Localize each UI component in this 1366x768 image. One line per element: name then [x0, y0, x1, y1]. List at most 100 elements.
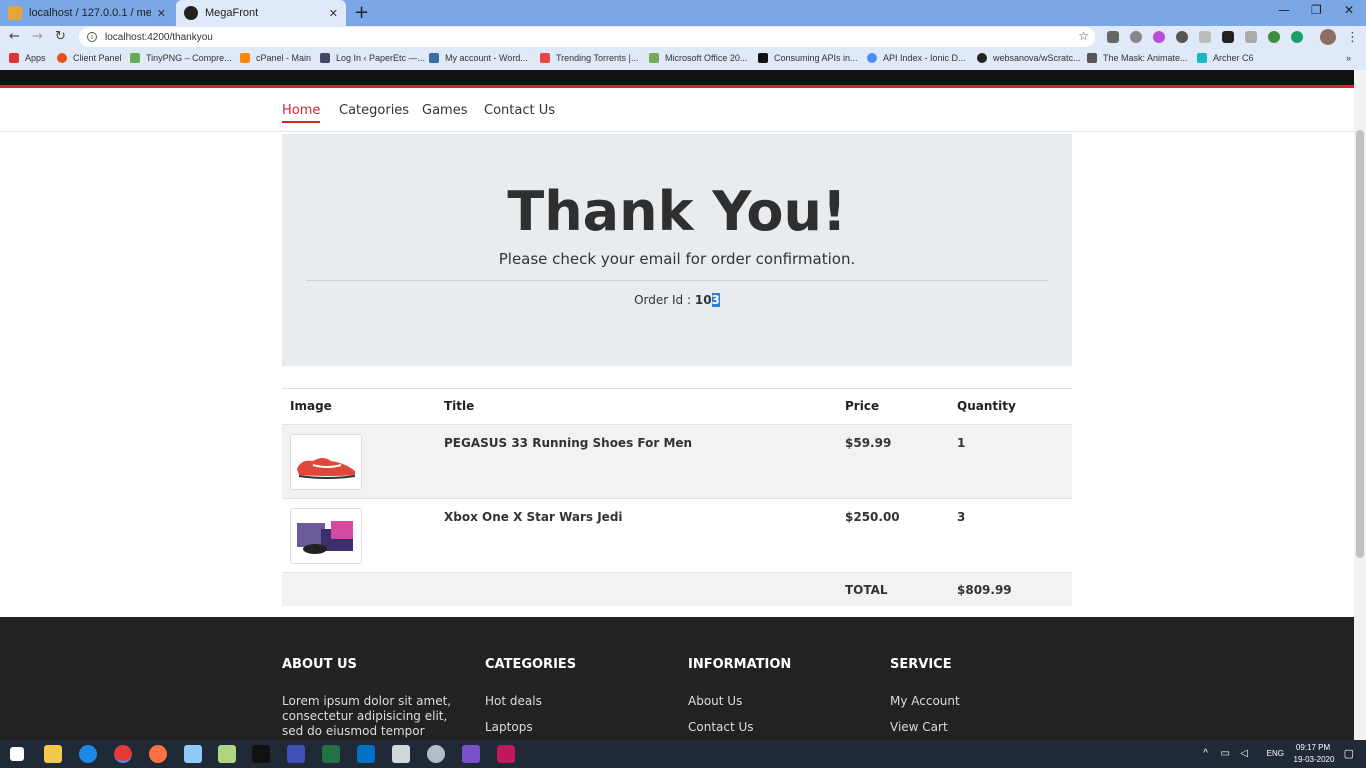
notifications-icon[interactable]: ▢: [1344, 747, 1354, 760]
bookmark-item[interactable]: My account - Word...: [429, 53, 528, 63]
profile-avatar[interactable]: [1320, 29, 1336, 45]
bookmark-item[interactable]: websanova/wScratc...: [977, 53, 1081, 63]
bookmark-item[interactable]: Log In ‹ PaperEtc —...: [320, 53, 425, 63]
close-icon[interactable]: ✕: [329, 7, 338, 20]
visual-studio-icon[interactable]: [462, 745, 480, 763]
app-icon[interactable]: [427, 745, 445, 763]
extension-icon[interactable]: [1245, 31, 1257, 43]
tab-megafront[interactable]: MegaFront ✕: [176, 0, 346, 26]
browser-title-bar: localhost / 127.0.0.1 / mega_sho ✕ MegaF…: [0, 0, 1366, 26]
table-row: Xbox One X Star Wars Jedi $250.00 3: [282, 498, 1072, 572]
notepad-icon[interactable]: [218, 745, 236, 763]
order-items-table: Image Title Price Quantity PEGASUS 33 Ru…: [282, 388, 1072, 606]
page-title: Thank You!: [507, 180, 847, 243]
file-explorer-icon[interactable]: [44, 745, 62, 763]
product-title: Xbox One X Star Wars Jedi: [444, 510, 623, 524]
footer: ABOUT US Lorem ipsum dolor sit amet, con…: [0, 617, 1354, 740]
nav-games[interactable]: Games: [422, 103, 467, 118]
bookmark-item[interactable]: Consuming APIs in...: [758, 53, 858, 63]
footer-about-text: Lorem ipsum dolor sit amet, consectetur …: [282, 694, 452, 738]
forward-icon[interactable]: →: [32, 29, 43, 44]
app-icon[interactable]: [287, 745, 305, 763]
more-bookmarks-icon[interactable]: »: [1346, 53, 1351, 63]
bookmark-star-icon[interactable]: ☆: [1078, 29, 1089, 43]
total-row: TOTAL $809.99: [282, 572, 1072, 606]
extension-icon[interactable]: [1291, 31, 1303, 43]
bookmark-item[interactable]: The Mask: Animate...: [1087, 53, 1188, 63]
tab-phpmyadmin[interactable]: localhost / 127.0.0.1 / mega_sho ✕: [0, 0, 174, 26]
order-id-value[interactable]: 10: [695, 293, 712, 307]
bookmark-item[interactable]: cPanel - Main: [240, 53, 311, 63]
footer-link[interactable]: Laptops: [485, 720, 675, 735]
footer-link[interactable]: View Cart: [890, 720, 1080, 735]
bookmark-item[interactable]: Client Panel: [57, 53, 122, 63]
back-icon[interactable]: ←: [9, 29, 20, 44]
bookmark-item[interactable]: Archer C6: [1197, 53, 1254, 63]
close-icon[interactable]: ✕: [157, 7, 166, 20]
app-icon[interactable]: [184, 745, 202, 763]
header-title: Title: [444, 399, 475, 413]
scrollbar-thumb[interactable]: [1356, 130, 1364, 558]
edge-icon[interactable]: [79, 745, 97, 763]
confirmation-message: Please check your email for order confir…: [498, 250, 856, 268]
minimize-icon[interactable]: —: [1278, 3, 1290, 17]
footer-link[interactable]: My Account: [890, 694, 1080, 709]
extension-icon[interactable]: [1130, 31, 1142, 43]
close-window-icon[interactable]: ✕: [1344, 3, 1354, 17]
nav-home[interactable]: Home: [282, 103, 321, 123]
restore-icon[interactable]: ❐: [1311, 3, 1322, 17]
order-id-selected-text[interactable]: 3: [711, 293, 720, 307]
page-scrollbar[interactable]: [1354, 70, 1366, 740]
app-icon[interactable]: [392, 745, 410, 763]
bookmark-item[interactable]: Trending Torrents |...: [540, 53, 638, 63]
extension-icon[interactable]: [1199, 31, 1211, 43]
volume-icon[interactable]: ◁: [1240, 748, 1248, 759]
phpstorm-icon[interactable]: [497, 745, 515, 763]
bookmark-apps[interactable]: Apps: [9, 53, 46, 63]
terminal-icon[interactable]: [252, 745, 270, 763]
extension-icon[interactable]: [1107, 31, 1119, 43]
chevron-up-icon[interactable]: ^: [1203, 748, 1208, 759]
address-bar[interactable]: i localhost:4200/thankyou ☆: [79, 27, 1095, 47]
phpmyadmin-icon: [8, 6, 22, 20]
header-image: Image: [290, 399, 332, 413]
footer-categories: CATEGORIES Hot deals Laptops: [485, 657, 675, 740]
page-viewport: Home Categories Games Contact Us Thank Y…: [0, 70, 1354, 740]
table-header: Image Title Price Quantity: [282, 388, 1072, 424]
footer-link[interactable]: Contact Us: [688, 720, 878, 735]
bookmark-item[interactable]: TinyPNG – Compre...: [130, 53, 232, 63]
footer-service: SERVICE My Account View Cart: [890, 657, 1080, 740]
menu-icon[interactable]: ⋮: [1346, 30, 1359, 45]
extension-icon[interactable]: [1153, 31, 1165, 43]
extension-icon[interactable]: [1176, 31, 1188, 43]
footer-link[interactable]: About Us: [688, 694, 878, 709]
bookmark-item[interactable]: Microsoft Office 20...: [649, 53, 747, 63]
extension-icon[interactable]: [1222, 31, 1234, 43]
chrome-icon[interactable]: [114, 745, 132, 763]
bookmark-item[interactable]: API Index - Ionic D...: [867, 53, 966, 63]
clock-time[interactable]: 09:17 PM: [1293, 743, 1333, 752]
windows-start-icon[interactable]: [10, 747, 24, 761]
divider: [306, 280, 1048, 281]
header-price: Price: [845, 399, 880, 413]
outlook-icon[interactable]: [357, 745, 375, 763]
table-row: PEGASUS 33 Running Shoes For Men $59.99 …: [282, 424, 1072, 498]
url-text: localhost:4200/thankyou: [105, 31, 213, 43]
language-indicator[interactable]: ENG: [1267, 749, 1284, 758]
clock-date[interactable]: 19-03-2020: [1292, 755, 1336, 764]
reload-icon[interactable]: ↻: [55, 29, 66, 44]
product-price: $250.00: [845, 510, 900, 524]
nav-categories[interactable]: Categories: [339, 103, 409, 118]
info-icon[interactable]: i: [87, 32, 97, 42]
firefox-icon[interactable]: [149, 745, 167, 763]
new-tab-icon[interactable]: +: [354, 2, 369, 23]
top-header-bar: [0, 70, 1354, 88]
footer-link[interactable]: Hot deals: [485, 694, 675, 709]
footer-about: ABOUT US Lorem ipsum dolor sit amet, con…: [282, 657, 472, 740]
network-icon[interactable]: ▭: [1221, 748, 1230, 759]
nav-contact-us[interactable]: Contact Us: [484, 103, 555, 118]
excel-icon[interactable]: [322, 745, 340, 763]
extension-icon[interactable]: [1268, 31, 1280, 43]
tab-label: MegaFront: [205, 7, 259, 19]
product-price: $59.99: [845, 436, 892, 450]
